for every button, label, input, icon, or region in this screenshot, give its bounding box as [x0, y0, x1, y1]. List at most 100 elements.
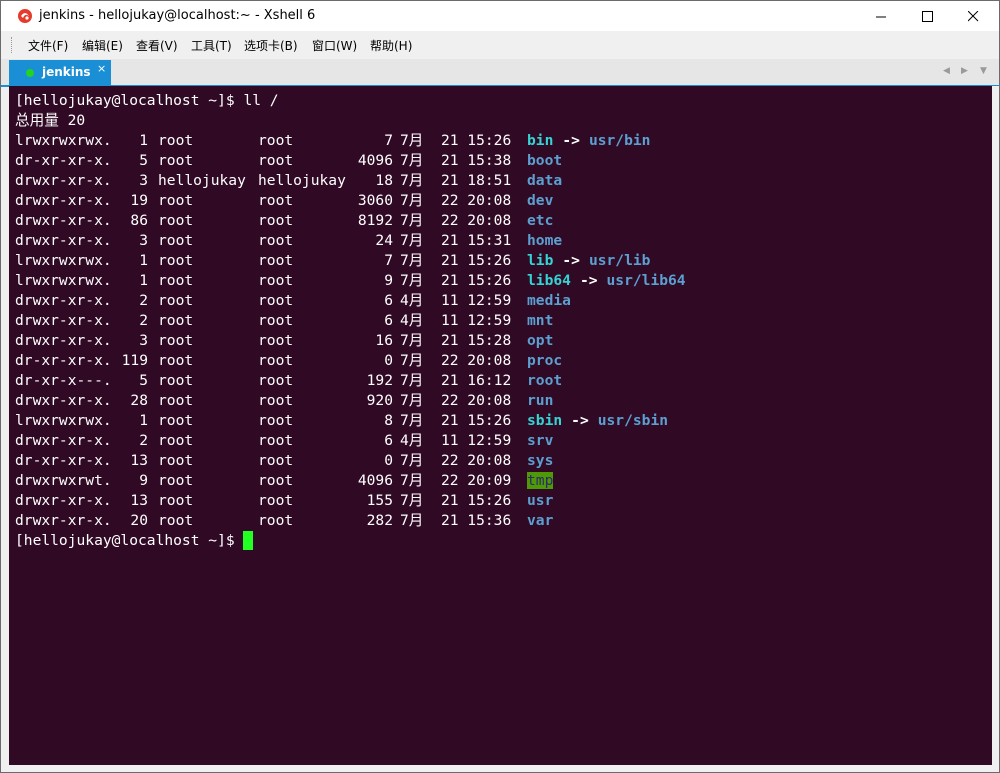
symlink-arrow: ->	[579, 272, 598, 289]
entry-name: proc	[527, 352, 563, 369]
owner: root	[158, 452, 194, 469]
entry-name: lib	[527, 252, 554, 269]
symlink-arrow: ->	[571, 412, 589, 429]
modified-date: 7月 22 20:08	[400, 452, 512, 469]
file-size: 24	[375, 232, 393, 249]
modified-date: 7月 21 15:38	[400, 152, 512, 169]
tab-scroll-left-icon[interactable]: ◀	[943, 66, 950, 76]
modified-date: 7月 21 15:26	[400, 492, 512, 509]
group: root	[258, 132, 294, 149]
entry-name-group: sbin -> usr/sbin	[527, 411, 668, 431]
group: root	[258, 372, 294, 389]
modified-date: 7月 22 20:08	[400, 212, 512, 229]
owner: root	[158, 352, 194, 369]
listing-row: lrwxrwxrwx. 1 root root 7 7月 21 15:26 lib -> usr…	[15, 251, 650, 271]
owner: root	[158, 132, 194, 149]
minimize-icon	[875, 16, 886, 17]
modified-date: 4月 11 12:59	[400, 292, 512, 309]
link-count: 86	[130, 212, 148, 229]
file-size: 6	[384, 292, 393, 309]
entry-name: etc	[527, 212, 554, 229]
owner: hellojukay	[158, 172, 246, 189]
file-size: 8192	[357, 212, 393, 229]
link-count: 3	[139, 172, 148, 189]
title-bar[interactable]: jenkins - hellojukay@localhost:~ - Xshel…	[1, 1, 999, 31]
group: root	[258, 412, 294, 429]
prompt-string: [hellojukay@localhost ~]$	[15, 532, 235, 549]
symlink-arrow: ->	[562, 252, 580, 269]
terminal-cursor	[242, 531, 253, 550]
terminal-output[interactable]: [hellojukay@localhost ~]$ ll / 总用量 20 lr…	[9, 86, 992, 765]
owner: root	[158, 292, 194, 309]
maximize-button[interactable]	[904, 1, 950, 31]
entry-name: root	[527, 372, 563, 389]
entry-name-group: usr	[527, 491, 553, 511]
menu-tabs[interactable]: 选项卡(B)	[244, 37, 298, 54]
modified-date: 7月 22 20:08	[400, 352, 512, 369]
group: root	[258, 492, 294, 509]
menu-edit[interactable]: 编辑(E)	[82, 37, 123, 54]
link-count: 119	[121, 352, 148, 369]
owner: root	[158, 332, 194, 349]
link-count: 9	[139, 472, 148, 489]
modified-date: 7月 21 15:31	[400, 232, 512, 249]
entry-name-group: boot	[527, 151, 562, 171]
tab-close-icon[interactable]: ×	[97, 62, 106, 75]
entry-name: mnt	[527, 312, 554, 329]
file-size: 7	[384, 132, 393, 149]
entry-name: data	[527, 172, 563, 189]
menu-tools[interactable]: 工具(T)	[191, 37, 232, 54]
entry-name-group: mnt	[527, 311, 553, 331]
group: root	[258, 212, 294, 229]
owner: root	[158, 432, 194, 449]
entry-name-group: var	[527, 511, 553, 531]
modified-date: 4月 11 12:59	[400, 312, 512, 329]
group: root	[258, 432, 294, 449]
tab-list-menu-icon[interactable]: ▼	[980, 66, 987, 76]
tab-scroll-right-icon[interactable]: ▶	[961, 66, 968, 76]
menu-window[interactable]: 窗口(W)	[312, 37, 357, 54]
xshell-app-icon	[18, 9, 32, 23]
link-count: 13	[130, 492, 148, 509]
entry-name: lib64	[527, 272, 571, 289]
link-count: 1	[139, 272, 148, 289]
group: root	[258, 152, 294, 169]
link-count: 13	[130, 452, 148, 469]
modified-date: 7月 21 15:36	[400, 512, 512, 529]
modified-date: 7月 22 20:09	[400, 472, 512, 489]
modified-date: 7月 21 15:28	[400, 332, 512, 349]
file-size: 4096	[357, 152, 393, 169]
listing-row: dr-xr-x---. 5 root root 192 7月 21 16:12 root	[15, 371, 562, 391]
menu-file[interactable]: 文件(F)	[28, 37, 68, 54]
owner: root	[158, 152, 194, 169]
connected-status-icon	[26, 69, 34, 77]
menu-help[interactable]: 帮助(H)	[370, 37, 412, 54]
entry-name: var	[527, 512, 554, 529]
file-size: 8	[384, 412, 393, 429]
entry-name-group: lib64 -> usr/lib64	[527, 271, 686, 291]
symlink-target: usr/lib	[588, 252, 651, 269]
owner: root	[158, 372, 194, 389]
file-size: 3060	[357, 192, 393, 209]
modified-date: 7月 21 15:26	[400, 252, 512, 269]
close-button[interactable]	[950, 1, 996, 31]
listing-row: drwxr-xr-x. 3 hellojukay hellojukay 18 7月 21 …	[15, 171, 562, 191]
entry-name-group: home	[527, 231, 562, 251]
group: root	[258, 272, 294, 289]
tab-jenkins[interactable]: jenkins ×	[9, 60, 111, 85]
tab-label: jenkins	[42, 65, 91, 79]
minimize-button[interactable]	[858, 1, 904, 31]
window-title: jenkins - hellojukay@localhost:~ - Xshel…	[39, 8, 316, 23]
entry-name: home	[527, 232, 563, 249]
link-count: 5	[139, 152, 148, 169]
file-size: 4096	[357, 472, 393, 489]
file-size: 6	[384, 312, 393, 329]
entry-name: srv	[527, 432, 554, 449]
listing-row: drwxr-xr-x. 2 root root 6 4月 11 12:59 srv	[15, 431, 553, 451]
entry-name-group: proc	[527, 351, 562, 371]
file-size: 9	[384, 272, 393, 289]
owner: root	[158, 192, 194, 209]
terminal-scrollbar[interactable]	[992, 86, 999, 765]
file-size: 16	[375, 332, 393, 349]
menu-view[interactable]: 查看(V)	[136, 37, 178, 54]
